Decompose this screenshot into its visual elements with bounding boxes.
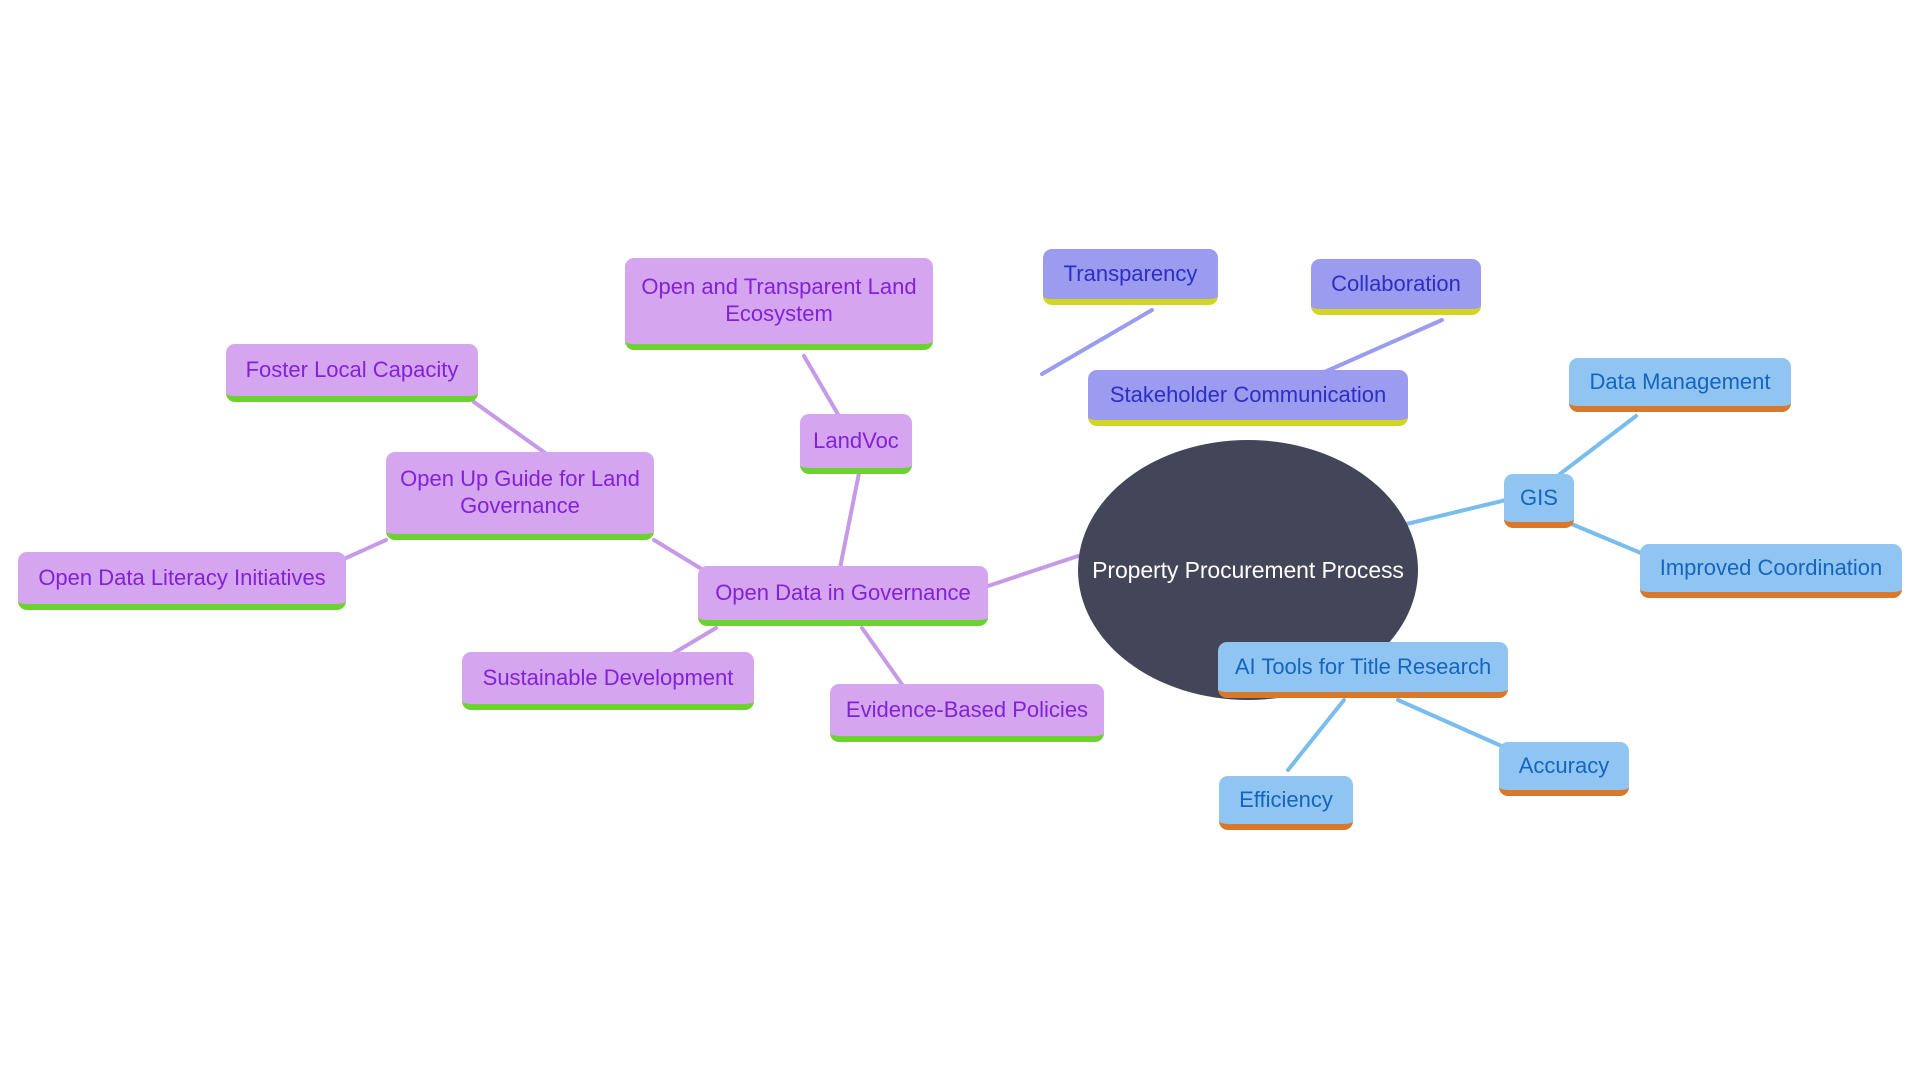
node-open-data-in-governance-label: Open Data in Governance (715, 579, 971, 605)
node-gis[interactable]: GIS (1504, 474, 1574, 528)
node-landvoc-label: LandVoc (813, 427, 899, 453)
node-accuracy[interactable]: Accuracy (1499, 742, 1629, 796)
node-data-management-label: Data Management (1589, 368, 1771, 394)
node-transparency-label: Transparency (1063, 260, 1198, 286)
node-open-data-literacy-initiatives-label: Open Data Literacy Initiatives (38, 564, 326, 590)
node-collaboration[interactable]: Collaboration (1311, 259, 1481, 315)
node-landvoc[interactable]: LandVoc (800, 414, 912, 474)
node-open-data-in-governance[interactable]: Open Data in Governance (698, 566, 988, 626)
node-accuracy-label: Accuracy (1518, 752, 1610, 778)
node-open-data-literacy-initiatives[interactable]: Open Data Literacy Initiatives (18, 552, 346, 610)
node-improved-coordination[interactable]: Improved Coordination (1640, 544, 1902, 598)
node-gis-label: GIS (1520, 484, 1558, 510)
node-sustainable-development[interactable]: Sustainable Development (462, 652, 754, 710)
node-foster-local-capacity-label: Foster Local Capacity (245, 356, 459, 382)
edge-root-open-data-governance (986, 554, 1080, 588)
node-transparency[interactable]: Transparency (1043, 249, 1218, 305)
node-open-up-guide-for-land-governance-label: Open Up Guide for Land Governance (400, 466, 640, 518)
node-improved-coordination-label: Improved Coordination (1659, 554, 1883, 580)
node-ai-tools-for-title-research-label: AI Tools for Title Research (1234, 653, 1492, 679)
node-ai-tools-for-title-research[interactable]: AI Tools for Title Research (1218, 642, 1508, 698)
edge-open-data-landvoc (838, 456, 864, 570)
node-stakeholder-communication-label: Stakeholder Communication (1109, 381, 1387, 407)
edge-ai-tools-accuracy (1396, 698, 1508, 750)
mindmap-canvas: Property Procurement Process Stakeholder… (0, 0, 1920, 1080)
node-evidence-based-policies[interactable]: Evidence-Based Policies (830, 684, 1104, 742)
edge-open-data-evidence-based-policies (860, 626, 908, 692)
node-sustainable-development-label: Sustainable Development (482, 664, 734, 690)
node-stakeholder-communication[interactable]: Stakeholder Communication (1088, 370, 1408, 426)
edge-gis-data-management (1558, 414, 1638, 476)
edge-stakeholder-transparency (1040, 308, 1154, 376)
edge-ai-tools-efficiency (1286, 698, 1346, 772)
node-open-up-guide-for-land-governance[interactable]: Open Up Guide for Land Governance (386, 452, 654, 540)
edge-stakeholder-collaboration (1318, 318, 1444, 376)
edge-gis-improved-coordination (1560, 518, 1650, 558)
node-open-and-transparent-land-ecosystem-label: Open and Transparent Land Ecosystem (641, 274, 917, 326)
node-efficiency-label: Efficiency (1239, 786, 1333, 812)
edge-open-data-open-up-guide (652, 538, 702, 570)
node-root-label: Property Procurement Process (1092, 556, 1404, 583)
node-foster-local-capacity[interactable]: Foster Local Capacity (226, 344, 478, 402)
node-collaboration-label: Collaboration (1331, 270, 1461, 296)
edge-layer (304, 308, 1650, 772)
node-open-and-transparent-land-ecosystem[interactable]: Open and Transparent Land Ecosystem (625, 258, 933, 350)
node-evidence-based-policies-label: Evidence-Based Policies (845, 696, 1089, 722)
node-efficiency[interactable]: Efficiency (1219, 776, 1353, 830)
node-data-management[interactable]: Data Management (1569, 358, 1791, 412)
